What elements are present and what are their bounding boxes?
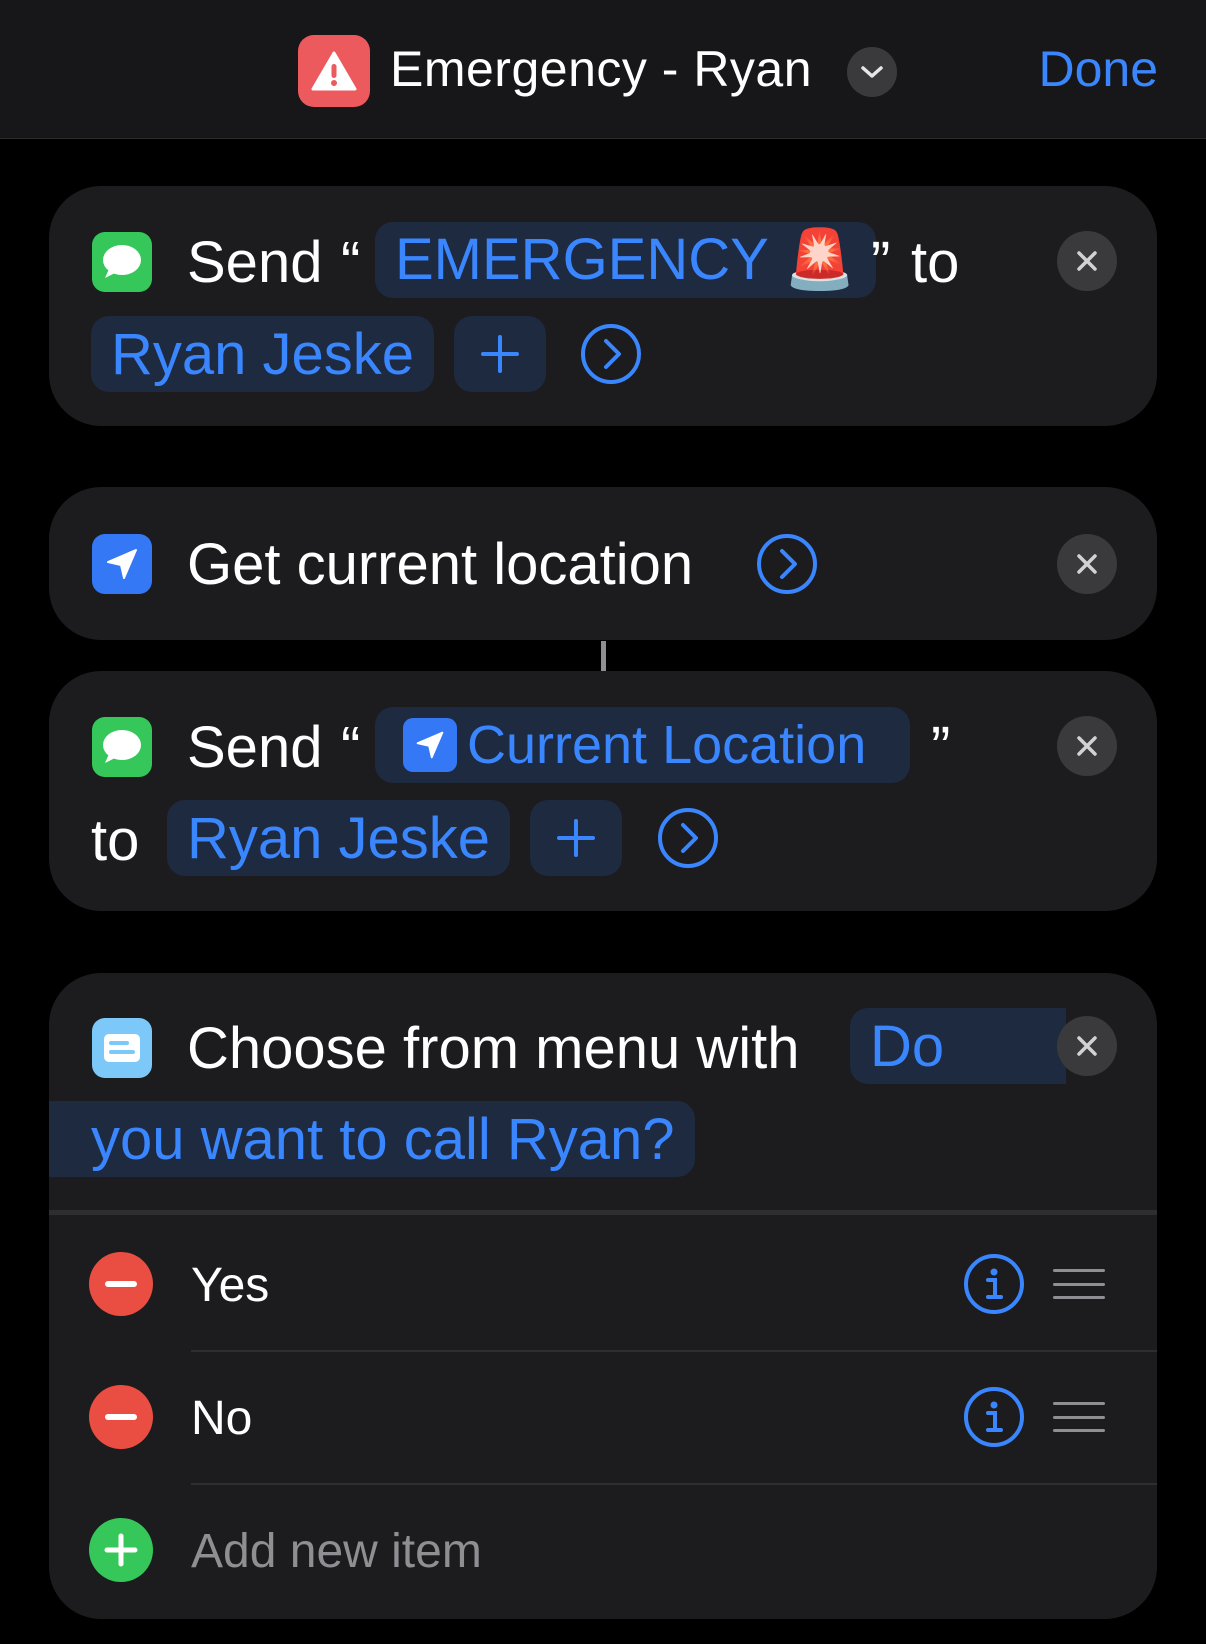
open-quote: “: [341, 715, 361, 780]
menu-item-label[interactable]: No: [191, 1391, 252, 1446]
recipient-token[interactable]: Ryan Jeske: [91, 316, 435, 392]
message-text: EMERGENCY 🚨: [395, 227, 857, 292]
add-item-label[interactable]: Add new item: [191, 1524, 482, 1579]
send-location-action: Send “ Current Location ” to Ryan Jeske: [49, 671, 1157, 911]
show-more-button[interactable]: [756, 533, 818, 595]
recipient-token[interactable]: Ryan Jeske: [167, 800, 511, 876]
row-divider: [191, 1350, 1157, 1352]
show-more-button[interactable]: [657, 807, 719, 869]
choose-from-menu-action: Choose from menu with Do you want to cal…: [49, 973, 1157, 1619]
current-location-token[interactable]: Current Location: [375, 707, 911, 783]
to-label: to: [911, 230, 960, 295]
action-verb: Send: [187, 715, 323, 780]
remove-item-button[interactable]: [89, 1252, 153, 1316]
recipient-name: Ryan Jeske: [187, 805, 491, 871]
warning-triangle-icon[interactable]: [298, 35, 370, 107]
get-location-action: Get current location: [49, 487, 1157, 640]
messages-icon: [92, 717, 152, 777]
delete-action-button[interactable]: [1057, 231, 1117, 291]
shortcut-title[interactable]: Emergency - Ryan: [390, 40, 812, 98]
location-arrow-icon: [92, 534, 152, 594]
location-arrow-icon: [403, 718, 457, 772]
add-recipient-button[interactable]: [530, 800, 622, 876]
chevron-right-circle-icon: [581, 324, 641, 384]
messages-icon: [92, 232, 152, 292]
chevron-right-circle-icon: [757, 534, 817, 594]
info-icon[interactable]: [963, 1386, 1025, 1448]
drag-handle-icon[interactable]: [1053, 1402, 1105, 1432]
menu-prompt-token-continued[interactable]: you want to call Ryan?: [49, 1101, 695, 1177]
delete-action-button[interactable]: [1057, 534, 1117, 594]
prompt-text-part2: you want to call Ryan?: [91, 1106, 675, 1172]
action-label: Choose from menu with: [187, 1016, 800, 1081]
close-quote: ”: [871, 230, 891, 295]
action-label: Get current location: [187, 532, 694, 597]
drag-handle-icon[interactable]: [1053, 1269, 1105, 1299]
delete-action-button[interactable]: [1057, 1016, 1117, 1076]
show-more-button[interactable]: [580, 323, 642, 385]
row-divider: [191, 1483, 1157, 1485]
send-message-action: Send “ EMERGENCY 🚨 ” to Ryan Jeske: [49, 186, 1157, 426]
chevron-right-circle-icon: [658, 808, 718, 868]
menu-prompt-token[interactable]: Do: [850, 1008, 1066, 1084]
menu-item-label[interactable]: Yes: [191, 1258, 269, 1313]
add-recipient-button[interactable]: [454, 316, 546, 392]
delete-action-button[interactable]: [1057, 716, 1117, 776]
plus-icon: [557, 819, 595, 857]
to-label: to: [91, 808, 140, 873]
done-button[interactable]: Done: [1038, 40, 1158, 98]
menu-card-icon: [92, 1018, 152, 1078]
action-connector: [601, 641, 606, 671]
message-text-token[interactable]: EMERGENCY 🚨: [375, 222, 877, 298]
variable-name: Current Location: [467, 715, 867, 775]
add-item-button[interactable]: [89, 1518, 153, 1582]
open-quote: “: [341, 230, 361, 295]
remove-item-button[interactable]: [89, 1385, 153, 1449]
action-verb: Send: [187, 230, 323, 295]
top-bar: Emergency - Ryan Done: [0, 0, 1206, 139]
close-quote: ”: [931, 715, 951, 780]
chevron-down-icon[interactable]: [847, 47, 897, 97]
recipient-name: Ryan Jeske: [111, 321, 415, 387]
info-icon[interactable]: [963, 1253, 1025, 1315]
prompt-text-part1: Do: [870, 1013, 945, 1079]
plus-icon: [481, 335, 519, 373]
section-divider: [49, 1210, 1157, 1215]
